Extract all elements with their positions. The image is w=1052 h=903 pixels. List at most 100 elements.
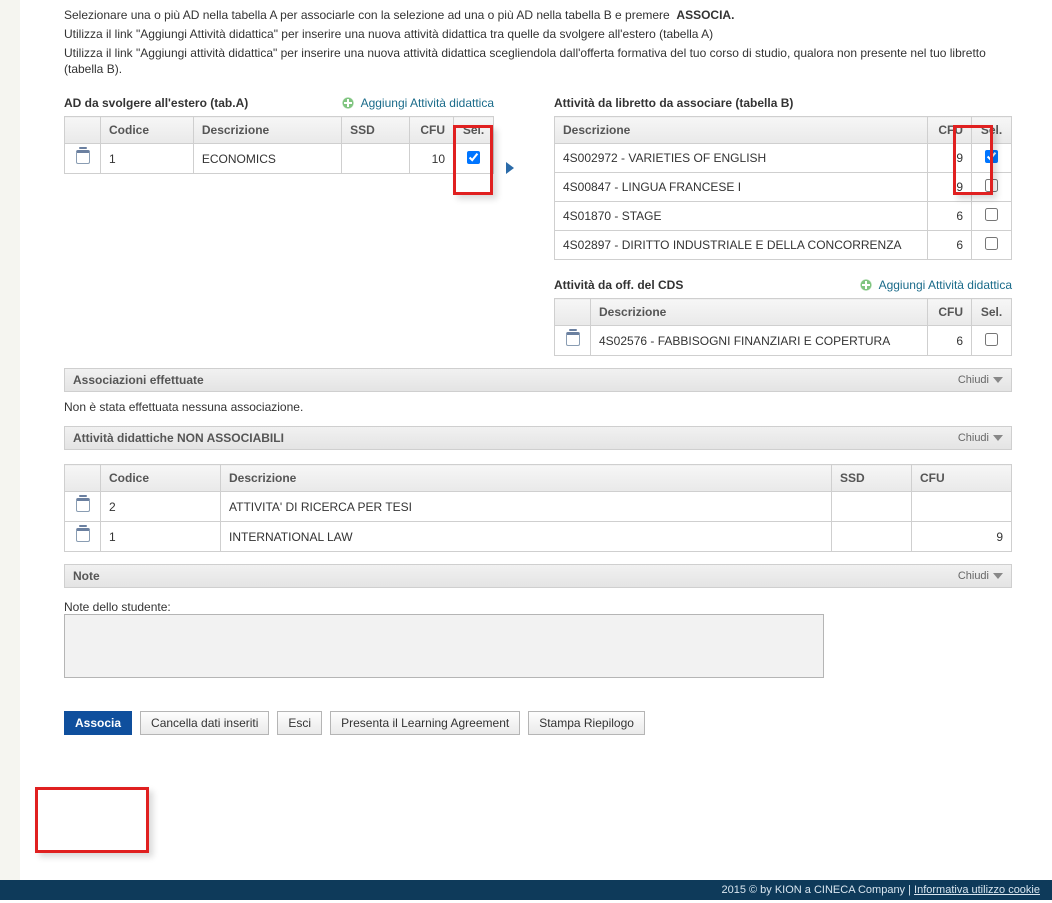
intro-associa-word: ASSOCIA. (676, 8, 734, 22)
footer-copyright: 2015 © by KION a CINECA Company (721, 884, 905, 896)
col-codice: Codice (101, 117, 194, 144)
col-codice: Codice (101, 465, 221, 492)
footer-sep: | (905, 884, 914, 896)
sel-checkbox-a-0[interactable] (467, 151, 480, 164)
cell-cfu: 6 (928, 231, 972, 260)
cell-codice: 2 (101, 492, 221, 522)
table-row: 4S02897 - DIRITTO INDUSTRIALE E DELLA CO… (555, 231, 1012, 260)
add-activity-label: Aggiungi Attività didattica (361, 96, 494, 110)
note-title: Note (73, 569, 100, 583)
cell-ssd (832, 522, 912, 552)
section-bar-assoc: Associazioni effettuate Chiudi (64, 368, 1012, 392)
arrow-right-icon (506, 162, 514, 174)
col-cfu: CFU (410, 117, 454, 144)
cell-ssd (342, 144, 410, 174)
add-activity-link-b2[interactable]: Aggiungi Attività didattica (859, 278, 1012, 292)
cell-descr: ECONOMICS (193, 144, 341, 174)
nonassoc-title: Attività didattiche NON ASSOCIABILI (73, 431, 284, 445)
footer: 2015 © by KION a CINECA Company | Inform… (0, 880, 1052, 900)
col-blank (65, 117, 101, 144)
table-row: 4S00847 - LINGUA FRANCESE I 9 (555, 173, 1012, 202)
sel-checkbox-b2-0[interactable] (985, 333, 998, 346)
left-gutter (0, 0, 20, 880)
cell-descr: ATTIVITA' DI RICERCA PER TESI (221, 492, 832, 522)
col-descr: Descrizione (221, 465, 832, 492)
chevron-down-icon (993, 435, 1003, 441)
col-ssd: SSD (342, 117, 410, 144)
cell-descr: 4S01870 - STAGE (555, 202, 928, 231)
trash-icon[interactable] (76, 150, 90, 164)
intro-line3: Utilizza il link "Aggiungi attività dida… (64, 45, 1012, 79)
table-b2: Descrizione CFU Sel. 4S02576 - FABBISOGN… (554, 298, 1012, 356)
cell-cfu: 10 (410, 144, 454, 174)
collapse-label: Chiudi (958, 432, 989, 444)
table-b1: Descrizione CFU Sel. 4S002972 - VARIETIE… (554, 116, 1012, 260)
intro-line1: Selezionare una o più AD nella tabella A… (64, 8, 673, 22)
tab-b2-title: Attività da off. del CDS (554, 278, 683, 292)
cancella-button[interactable]: Cancella dati inseriti (140, 711, 269, 735)
collapse-label: Chiudi (958, 570, 989, 582)
tab-a-title: AD da svolgere all'estero (tab.A) (64, 96, 248, 110)
cell-descr: 4S02897 - DIRITTO INDUSTRIALE E DELLA CO… (555, 231, 928, 260)
cell-cfu: 6 (928, 202, 972, 231)
sel-checkbox-b1-1[interactable] (985, 179, 998, 192)
col-sel: Sel. (454, 117, 494, 144)
cell-cfu (912, 492, 1012, 522)
plus-icon (859, 278, 873, 292)
sel-checkbox-b1-3[interactable] (985, 237, 998, 250)
table-row: 4S002972 - VARIETIES OF ENGLISH 9 (555, 144, 1012, 173)
trash-icon[interactable] (566, 332, 580, 346)
cell-cfu: 9 (928, 173, 972, 202)
note-label: Note dello studente: (64, 600, 1012, 614)
presenta-button[interactable]: Presenta il Learning Agreement (330, 711, 520, 735)
sel-checkbox-b1-0[interactable] (985, 150, 998, 163)
sel-checkbox-b1-2[interactable] (985, 208, 998, 221)
cookie-link[interactable]: Informativa utilizzo cookie (914, 884, 1040, 896)
intro-line2: Utilizza il link "Aggiungi Attività dida… (64, 26, 1012, 43)
esci-button[interactable]: Esci (277, 711, 322, 735)
stampa-button[interactable]: Stampa Riepilogo (528, 711, 645, 735)
trash-icon[interactable] (76, 528, 90, 542)
chevron-down-icon (993, 377, 1003, 383)
col-descr: Descrizione (193, 117, 341, 144)
table-row: 1 INTERNATIONAL LAW 9 (65, 522, 1012, 552)
col-blank (65, 465, 101, 492)
intro-text: Selezionare una o più AD nella tabella A… (64, 7, 1012, 78)
col-sel: Sel. (972, 299, 1012, 326)
col-descr: Descrizione (555, 117, 928, 144)
trash-icon[interactable] (76, 498, 90, 512)
col-sel: Sel. (972, 117, 1012, 144)
section-bar-note: Note Chiudi (64, 564, 1012, 588)
student-notes-textarea[interactable] (64, 614, 824, 678)
collapse-toggle[interactable]: Chiudi (958, 374, 1003, 386)
cell-cfu: 9 (928, 144, 972, 173)
assoc-none-text: Non è stata effettuata nessuna associazi… (64, 400, 1012, 414)
table-row: 2 ATTIVITA' DI RICERCA PER TESI (65, 492, 1012, 522)
col-descr: Descrizione (591, 299, 928, 326)
col-ssd: SSD (832, 465, 912, 492)
col-cfu: CFU (912, 465, 1012, 492)
cell-ssd (832, 492, 912, 522)
highlight-associa (35, 787, 149, 853)
section-bar-nonassoc: Attività didattiche NON ASSOCIABILI Chiu… (64, 426, 1012, 450)
table-row: 4S02576 - FABBISOGNI FINANZIARI E COPERT… (555, 326, 1012, 356)
associa-button[interactable]: Associa (64, 711, 132, 735)
table-row: 4S01870 - STAGE 6 (555, 202, 1012, 231)
collapse-toggle[interactable]: Chiudi (958, 570, 1003, 582)
tab-b1-title: Attività da libretto da associare (tabel… (554, 96, 793, 110)
cell-codice: 1 (101, 144, 194, 174)
collapse-toggle[interactable]: Chiudi (958, 432, 1003, 444)
cell-descr: INTERNATIONAL LAW (221, 522, 832, 552)
chevron-down-icon (993, 573, 1003, 579)
add-activity-link-a[interactable]: Aggiungi Attività didattica (341, 96, 494, 110)
table-a: Codice Descrizione SSD CFU Sel. 1 ECONOM… (64, 116, 494, 174)
col-cfu: CFU (928, 299, 972, 326)
cell-descr: 4S02576 - FABBISOGNI FINANZIARI E COPERT… (591, 326, 928, 356)
plus-icon (341, 96, 355, 110)
cell-descr: 4S00847 - LINGUA FRANCESE I (555, 173, 928, 202)
table-nonassoc: Codice Descrizione SSD CFU 2 ATTIVITA' D… (64, 464, 1012, 552)
collapse-label: Chiudi (958, 374, 989, 386)
assoc-title: Associazioni effettuate (73, 373, 204, 387)
cell-cfu: 6 (928, 326, 972, 356)
add-activity-label: Aggiungi Attività didattica (879, 278, 1012, 292)
